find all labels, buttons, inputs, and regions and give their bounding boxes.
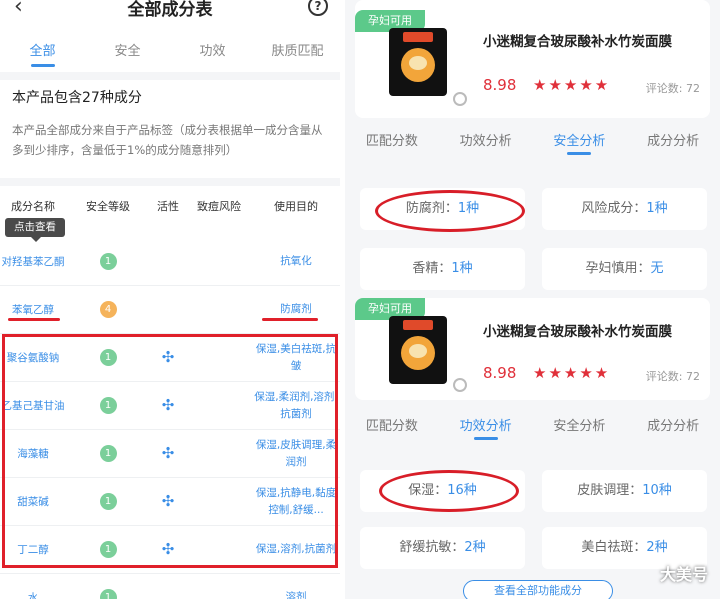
- tab-efficacy-analysis[interactable]: 功效分析: [439, 415, 533, 445]
- ingredient-name[interactable]: 对羟基苯乙酮: [0, 254, 66, 269]
- product-card[interactable]: 孕妇可用 小迷糊复合玻尿酸补水竹炭面膜 8.98 ★★★★★ 评论数: 72: [355, 0, 710, 118]
- source-note: 本产品全部成分来自于产品标签（成分表根据单一成分含量从多到少排序，含量低于1%的…: [12, 123, 323, 157]
- header-acne-risk: 致痘风险: [197, 200, 241, 213]
- tab-ingredient-analysis[interactable]: 成分分析: [626, 415, 720, 445]
- product-price: 8.98: [483, 76, 517, 94]
- safety-level-badge: 4: [99, 301, 117, 318]
- highlight-underline: [262, 318, 318, 321]
- view-all-functional-ingredients-button[interactable]: 查看全部功能成分: [463, 580, 613, 599]
- safety-level-badge: 1: [99, 589, 117, 599]
- stat-fragrance[interactable]: 香精：1种: [360, 248, 525, 290]
- tab-efficacy-analysis[interactable]: 功效分析: [439, 130, 533, 160]
- rating-stars: ★★★★★: [533, 76, 611, 94]
- ingredient-list-screen: ‹ 全部成分表 ? 全部 安全 功效 肤质匹配 本产品包含27种成分 本产品全部…: [0, 0, 340, 599]
- watermark: 大美号: [659, 565, 708, 584]
- divider: [0, 72, 340, 80]
- zoom-icon[interactable]: [453, 378, 467, 392]
- tab-safety-analysis[interactable]: 安全分析: [533, 130, 627, 160]
- usage-purpose: 防腐剂: [280, 303, 312, 315]
- table-row[interactable]: 苯氧乙醇 4 防腐剂: [0, 286, 340, 334]
- stat-risk-ingredients[interactable]: 风险成分：1种: [542, 188, 707, 230]
- safety-level-badge: 1: [99, 253, 117, 270]
- usage-purpose: 溶剂: [285, 591, 307, 599]
- tab-efficacy[interactable]: 功效: [170, 36, 255, 72]
- tab-match-score[interactable]: 匹配分数: [345, 415, 439, 445]
- page-title: 全部成分表: [127, 0, 213, 20]
- rating-stars: ★★★★★: [533, 364, 611, 382]
- product-name: 小迷糊复合玻尿酸补水竹炭面膜: [483, 324, 672, 340]
- ingredient-name[interactable]: 苯氧乙醇: [0, 302, 66, 317]
- table-row[interactable]: 对羟基苯乙酮 1 抗氧化: [0, 238, 340, 286]
- tab-skin-match[interactable]: 肤质匹配: [255, 36, 340, 72]
- product-image: [389, 28, 447, 96]
- tab-safety[interactable]: 安全: [85, 36, 170, 72]
- stat-soothing[interactable]: 舒缓抗敏：2种: [360, 527, 525, 569]
- highlight-box: [2, 334, 338, 568]
- divider: [0, 178, 340, 186]
- product-name: 小迷糊复合玻尿酸补水竹炭面膜: [483, 34, 672, 50]
- analysis-tabs: 匹配分数 功效分析 安全分析 成分分析: [345, 415, 720, 445]
- stat-pregnancy-caution[interactable]: 孕妇慎用：无: [542, 248, 707, 290]
- review-count[interactable]: 评论数: 72: [646, 368, 700, 384]
- stat-skin-conditioning[interactable]: 皮肤调理：10种: [542, 470, 707, 512]
- tap-to-view-tooltip: 点击查看: [5, 218, 65, 242]
- tab-all[interactable]: 全部: [0, 36, 85, 72]
- product-analysis-screens: 孕妇可用 小迷糊复合玻尿酸补水竹炭面膜 8.98 ★★★★★ 评论数: 72 匹…: [345, 0, 720, 599]
- ingredient-count: 本产品包含27种成分: [12, 90, 142, 106]
- analysis-tabs: 匹配分数 功效分析 安全分析 成分分析: [345, 130, 720, 160]
- zoom-icon[interactable]: [453, 92, 467, 106]
- usage-purpose: 抗氧化: [280, 255, 312, 267]
- tab-ingredient-analysis[interactable]: 成分分析: [626, 130, 720, 160]
- ingredient-name[interactable]: 水: [0, 590, 66, 599]
- tab-safety-analysis[interactable]: 安全分析: [533, 415, 627, 445]
- highlight-oval: [379, 470, 519, 512]
- product-image: [389, 316, 447, 384]
- header-active: 活性: [157, 200, 179, 213]
- tab-match-score[interactable]: 匹配分数: [345, 130, 439, 160]
- highlight-oval: [375, 190, 525, 232]
- header-purpose: 使用目的: [274, 200, 318, 213]
- header: ‹ 全部成分表 ?: [0, 0, 340, 24]
- header-safety: 安全等级: [86, 200, 130, 213]
- table-row[interactable]: 水 1 溶剂: [0, 574, 340, 599]
- highlight-underline: [8, 318, 60, 321]
- filter-tabs: 全部 安全 功效 肤质匹配: [0, 36, 340, 72]
- review-count[interactable]: 评论数: 72: [646, 80, 700, 96]
- product-card[interactable]: 孕妇可用 小迷糊复合玻尿酸补水竹炭面膜 8.98 ★★★★★ 评论数: 72: [355, 298, 710, 400]
- product-price: 8.98: [483, 364, 517, 382]
